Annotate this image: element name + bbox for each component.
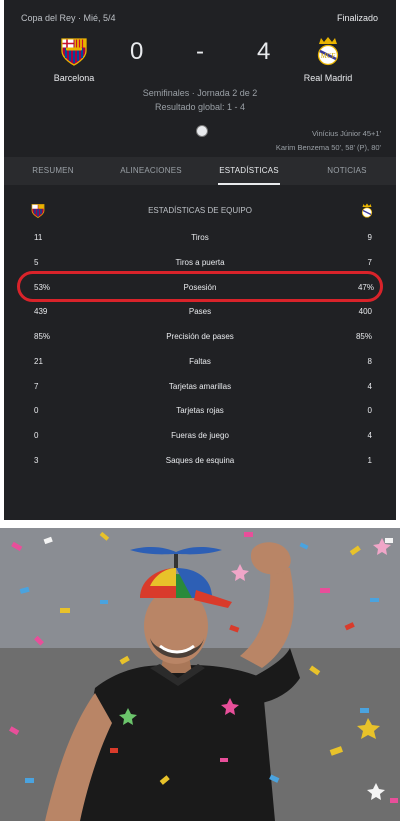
stat-label: Tarjetas amarillas [168, 382, 232, 391]
scorer-line: Karim Benzema 50', 58' (P), 80' [275, 143, 381, 152]
stat-label: Tiros [191, 233, 209, 242]
away-value: 4 [367, 431, 372, 440]
svg-text:MCF: MCF [321, 52, 336, 60]
tab-bar: RESUMEN ALINEACIONES ESTADÍSTICAS NOTICI… [4, 157, 396, 185]
home-team[interactable]: Barcelona [29, 36, 119, 83]
tab-resumen[interactable]: RESUMEN [4, 157, 102, 185]
away-value: 1 [367, 456, 372, 465]
match-status: Finalizado [336, 13, 378, 23]
stat-row-fouls: 21 Faltas 8 [4, 350, 396, 374]
stat-label: Precisión de pases [166, 332, 234, 341]
tab-alineaciones[interactable]: ALINEACIONES [102, 157, 200, 185]
stats-title: ESTADÍSTICAS DE EQUIPO [148, 206, 252, 215]
tab-estadisticas[interactable]: ESTADÍSTICAS [200, 157, 298, 185]
stats-header: ESTADÍSTICAS DE EQUIPO [4, 203, 396, 219]
stat-row-passes: 439 Pases 400 [4, 300, 396, 324]
celebrating-man-illustration [0, 528, 400, 821]
possession-highlight-ring [17, 271, 383, 302]
stat-label: Saques de esquina [165, 456, 235, 465]
ball-icon [196, 125, 208, 137]
stat-row-yellow-cards: 7 Tarjetas amarillas 4 [4, 375, 396, 399]
celebration-photo [0, 528, 400, 821]
stat-row-red-cards: 0 Tarjetas rojas 0 [4, 399, 396, 423]
away-score: 4 [257, 38, 271, 65]
stat-label: Fueras de juego [171, 431, 229, 440]
tab-noticias[interactable]: NOTICIAS [298, 157, 396, 185]
stat-label: Faltas [189, 357, 211, 366]
round-label: Semifinales · Jornada 2 de 2 [142, 88, 258, 98]
away-value: 0 [367, 406, 372, 415]
stat-label: Pases [188, 307, 212, 316]
match-meta: Semifinales · Jornada 2 de 2 Resultado g… [4, 86, 396, 114]
aggregate-label: Resultado global: 1 - 4 [154, 102, 246, 112]
match-card: Copa del Rey · Mié, 5/4 Finalizado Barce… [4, 0, 396, 520]
home-score: 0 [130, 38, 144, 65]
stat-row-pass-accuracy: 85% Precisión de pases 85% [4, 325, 396, 349]
away-value: 9 [367, 233, 372, 242]
scorer-line: Vinícius Júnior 45+1' [311, 129, 381, 138]
away-value: 85% [355, 332, 372, 341]
match-header: Copa del Rey · Mié, 5/4 Finalizado [21, 13, 378, 23]
real-madrid-mini-crest-icon [361, 203, 373, 218]
stat-row-shots: 11 Tiros 9 [4, 226, 396, 250]
stat-row-corners: 3 Saques de esquina 1 [4, 449, 396, 473]
away-value: 8 [367, 357, 372, 366]
away-value: 400 [358, 307, 372, 316]
away-team-name: Real Madrid [303, 73, 353, 83]
home-team-name: Barcelona [53, 73, 95, 83]
real-madrid-crest-icon: MCF [317, 37, 339, 66]
away-value: 7 [367, 258, 372, 267]
score-separator: - [196, 38, 204, 65]
stat-label: Tiros a puerta [175, 258, 225, 267]
away-team[interactable]: MCF Real Madrid [283, 36, 373, 83]
away-value: 4 [367, 382, 372, 391]
away-scorers: Vinícius Júnior 45+1' Karim Benzema 50',… [276, 127, 381, 155]
stat-label: Tarjetas rojas [176, 406, 224, 415]
competition-label: Copa del Rey · Mié, 5/4 [21, 13, 116, 23]
barcelona-crest-icon [61, 38, 87, 66]
stat-row-offsides: 0 Fueras de juego 4 [4, 424, 396, 448]
